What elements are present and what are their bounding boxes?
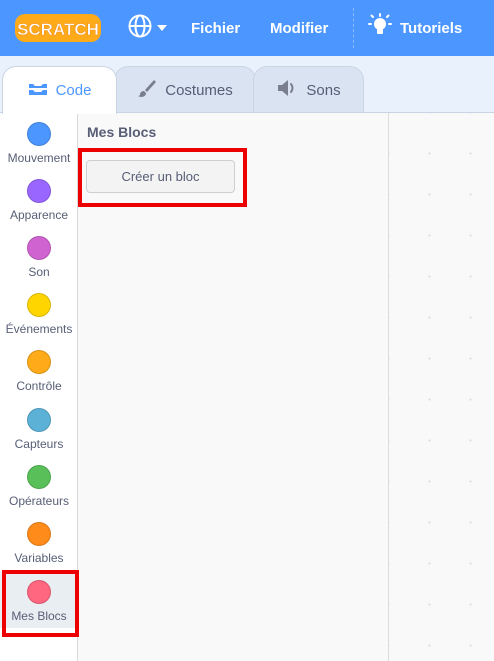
category-label: Variables	[14, 551, 64, 565]
category-label: Contrôle	[16, 379, 62, 393]
make-a-block-button[interactable]: Créer un bloc	[86, 160, 235, 193]
category-label: Capteurs	[14, 437, 64, 451]
category-looks[interactable]: Apparence	[0, 170, 78, 227]
scratch-logo[interactable]: SCRATCH	[14, 12, 102, 44]
category-events[interactable]: Événements	[0, 284, 78, 341]
tab-sounds[interactable]: Sons	[253, 66, 364, 113]
lightbulb-icon	[368, 13, 392, 43]
category-dot	[27, 122, 51, 146]
category-dot	[27, 522, 51, 546]
edit-menu[interactable]: Modifier	[270, 0, 328, 56]
category-operators[interactable]: Opérateurs	[0, 456, 78, 513]
category-dot	[27, 408, 51, 432]
speaker-icon	[276, 79, 298, 101]
category-dot	[27, 293, 51, 317]
tutorials-label: Tutoriels	[400, 19, 463, 37]
editor-tabs: Code Costumes Sons	[0, 56, 494, 114]
globe-icon	[127, 13, 153, 44]
block-palette: Mes Blocs Créer un bloc	[78, 113, 389, 661]
category-label: Opérateurs	[8, 494, 70, 508]
category-menu: Mouvement Apparence Son Événements Contr…	[0, 113, 78, 661]
tab-code-label: Code	[55, 82, 92, 99]
menu-bar: SCRATCH Fichier Modifier Tutoriels	[0, 0, 494, 56]
svg-text:SCRATCH: SCRATCH	[17, 20, 99, 39]
tab-costumes[interactable]: Costumes	[114, 66, 256, 113]
tab-costumes-label: Costumes	[165, 81, 233, 99]
file-menu[interactable]: Fichier	[191, 0, 240, 56]
script-workspace[interactable]	[389, 113, 494, 661]
category-label: Apparence	[9, 208, 69, 222]
category-motion[interactable]: Mouvement	[0, 113, 78, 170]
category-variables[interactable]: Variables	[0, 513, 78, 570]
language-menu[interactable]	[127, 14, 171, 42]
palette-title: Mes Blocs	[87, 124, 157, 140]
caret-down-icon	[156, 19, 168, 37]
category-label: Mes Blocs	[11, 609, 67, 623]
category-dot	[27, 236, 51, 260]
brush-icon	[137, 78, 157, 102]
category-label: Son	[28, 265, 50, 279]
tab-code[interactable]: Code	[2, 66, 117, 114]
tutorials-button[interactable]: Tutoriels	[368, 0, 462, 56]
category-dot	[27, 179, 51, 203]
category-dot	[27, 580, 51, 604]
category-label: Mouvement	[7, 151, 71, 165]
category-control[interactable]: Contrôle	[0, 341, 78, 398]
category-my-blocks[interactable]: Mes Blocs	[0, 571, 78, 628]
code-icon	[28, 81, 48, 101]
category-sensing[interactable]: Capteurs	[0, 399, 78, 456]
category-dot	[27, 350, 51, 374]
category-dot	[27, 465, 51, 489]
category-sound[interactable]: Son	[0, 227, 78, 284]
menu-divider	[353, 8, 354, 48]
category-label: Événements	[5, 322, 73, 336]
tab-sounds-label: Sons	[306, 81, 341, 99]
